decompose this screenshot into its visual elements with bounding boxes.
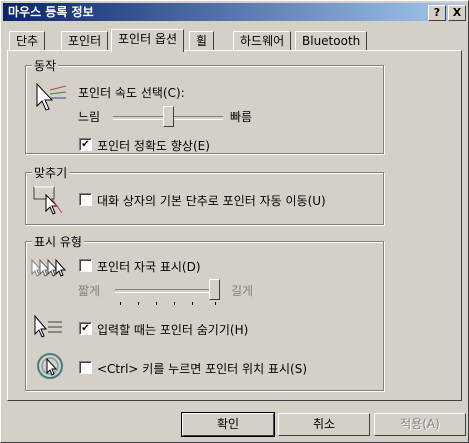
trails-label[interactable]: 포인터 자국 표시(D) xyxy=(97,258,201,275)
trail-length-slider-track[interactable] xyxy=(115,289,220,293)
hide-pointer-label[interactable]: 입력할 때는 포인터 숨기기(H) xyxy=(97,321,248,338)
precision-label[interactable]: 포인터 정확도 향상(E) xyxy=(97,137,210,154)
trails-checkbox[interactable] xyxy=(79,259,92,272)
tab-buttons[interactable]: 단추 xyxy=(9,31,46,50)
long-label: 길게 xyxy=(231,284,254,298)
precision-checkbox[interactable]: ✔ xyxy=(79,138,92,151)
slider-tick xyxy=(120,302,121,305)
locate-pointer-icon xyxy=(37,353,63,379)
apply-button[interactable]: 적용(A) xyxy=(374,413,466,436)
tab-pointer-options[interactable]: 포인터 옵션 xyxy=(111,29,185,52)
dialog-window: 마우스 등록 정보 ? X 단추 포인터 포인터 옵션 휠 하드웨어 Bluet… xyxy=(0,0,469,443)
hide-pointer-checkbox[interactable]: ✔ xyxy=(79,322,92,335)
slider-tick xyxy=(138,302,139,305)
motion-group-title: 동작 xyxy=(32,57,59,74)
slider-tick xyxy=(156,302,157,305)
short-label: 짧게 xyxy=(78,284,101,298)
snap-label[interactable]: 대화 상자의 기본 단추로 포인터 자동 이동(U) xyxy=(97,192,326,209)
visibility-group: 표시 유형 포인터 자국 표시(D) 짧게 길게 ✔ 입력할 때는 포인터 숨기… xyxy=(25,233,384,391)
speed-slider-thumb[interactable] xyxy=(162,106,174,127)
cancel-button[interactable]: 취소 xyxy=(278,413,370,436)
tab-bluetooth[interactable]: Bluetooth xyxy=(295,31,368,50)
visibility-group-title: 표시 유형 xyxy=(32,233,84,250)
slow-label: 느림 xyxy=(78,110,101,124)
snap-group-title: 맞추기 xyxy=(32,164,70,181)
title-bar[interactable]: 마우스 등록 정보 ? X xyxy=(3,3,466,21)
tab-wheel[interactable]: 휠 xyxy=(189,31,215,50)
close-button[interactable]: X xyxy=(448,5,466,21)
snap-group: 맞추기 대화 상자의 기본 단추로 포인터 자동 이동(U) xyxy=(25,164,384,225)
tab-pointers[interactable]: 포인터 xyxy=(61,31,109,50)
ok-button[interactable]: 확인 xyxy=(181,412,275,437)
tab-panel: 동작 포인터 속도 선택(C): 느림 빠름 ✔ 포인터 정확도 향상(E) 맞… xyxy=(7,50,462,401)
window-title: 마우스 등록 정보 xyxy=(8,5,94,19)
hide-pointer-icon xyxy=(34,314,62,338)
snap-to-button-icon xyxy=(33,186,63,215)
slider-tick xyxy=(174,302,175,305)
tab-strip: 단추 포인터 포인터 옵션 휠 하드웨어 Bluetooth xyxy=(7,29,467,52)
tab-hardware[interactable]: 하드웨어 xyxy=(233,31,292,50)
pointer-trails-icon xyxy=(31,258,67,277)
slider-tick xyxy=(215,302,216,305)
trail-length-slider-thumb[interactable] xyxy=(209,279,220,300)
snap-checkbox[interactable] xyxy=(79,193,92,206)
locate-pointer-label[interactable]: <Ctrl> 키를 누르면 포인터 위치 표시(S) xyxy=(97,360,307,377)
locate-pointer-checkbox[interactable] xyxy=(79,361,92,374)
motion-group: 동작 포인터 속도 선택(C): 느림 빠름 ✔ 포인터 정확도 향상(E) xyxy=(25,57,384,154)
slider-tick xyxy=(192,302,193,305)
help-button[interactable]: ? xyxy=(428,5,446,21)
pointer-speed-icon xyxy=(36,82,67,111)
fast-label: 빠름 xyxy=(230,110,253,124)
speed-label: 포인터 속도 선택(C): xyxy=(78,86,185,100)
